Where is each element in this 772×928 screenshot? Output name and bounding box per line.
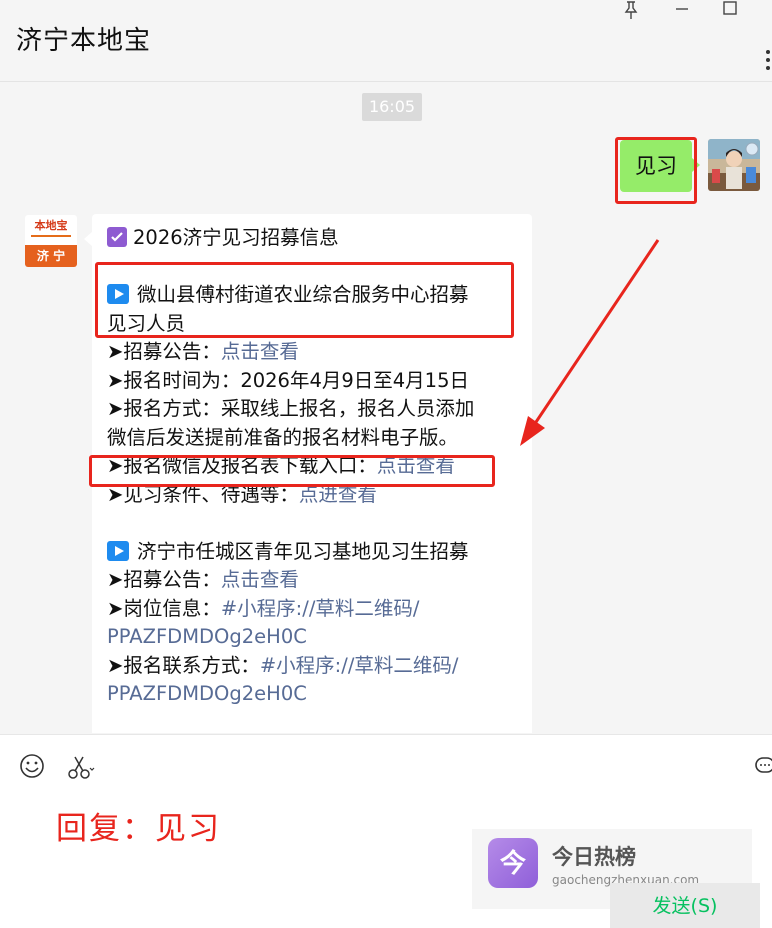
section1-method-cont: 微信后发送提前准备的报名材料电子版。 [107,425,459,449]
section1-conditions: ➤见习条件、待遇等：点进查看 [107,482,377,506]
self-message-bubble[interactable]: 见习 [620,140,700,192]
checkbox-icon [107,227,127,247]
contact-link-cont[interactable]: PPAZFDMDOg2eH0C [107,680,517,709]
section2-notice: ➤招募公告：点击查看 [107,568,299,591]
chat-header: 济宁本地宝 [0,0,772,82]
notice-link[interactable]: 点击查看 [221,568,299,591]
message-timestamp: 16:05 [362,93,422,121]
bot-message-bubble[interactable]: 2026济宁见习招募信息 微山县傅村街道农业综合服务中心招募 见习人员 ➤招募公… [84,214,532,733]
send-button[interactable]: 发送(S) [610,883,760,928]
notice-link[interactable]: 点击查看 [221,340,299,363]
emoji-icon[interactable] [17,751,47,781]
section1-download: ➤报名微信及报名表下载入口：点击查看 [107,454,455,477]
bot-message-content: 2026济宁见习招募信息 微山县傅村街道农业综合服务中心招募 见习人员 ➤招募公… [107,224,517,709]
section1-time: ➤报名时间为：2026年4月9日至4月15日 [107,368,469,392]
screenshot-scissors-icon[interactable] [66,751,96,781]
play-icon [107,540,129,561]
watermark-title: 今日热榜 [552,845,636,869]
svg-text:今: 今 [500,848,526,879]
position-link[interactable]: #小程序://草料二维码/ [221,597,420,620]
section1-title-cont: 见习人员 [107,311,186,335]
play-icon [107,284,129,304]
chat-history-icon[interactable] [752,751,772,781]
chat-messages[interactable]: 16:05 见习 本地宝 济 宁 2026济宁见习招募信息 微山县傅村街道农业综… [0,83,772,733]
self-avatar[interactable] [708,139,760,191]
message-heading: 2026济宁见习招募信息 [107,224,517,253]
conditions-link[interactable]: 点进查看 [299,483,377,506]
position-link-cont[interactable]: PPAZFDMDOg2eH0C [107,623,517,652]
section1-method: ➤报名方式：采取线上报名，报名人员添加 [107,397,475,420]
reply-instruction-text: 回复：见习 [56,811,221,847]
message-input-area[interactable]: 回复：见习 今 今日热榜 gaochengzhenxuan.com 发送(S) [0,734,772,928]
section1-title: 微山县傅村街道农业综合服务中心招募 [107,281,517,310]
avatar-city-text: 济 宁 [25,245,77,267]
avatar-brand-underline [31,235,71,237]
avatar-brand-text: 本地宝 [34,219,68,232]
section1-notice: ➤招募公告：点击查看 [107,340,299,363]
contact-link[interactable]: #小程序://草料二维码/ [260,654,459,677]
chat-title: 济宁本地宝 [16,26,152,56]
watermark-logo-icon: 今 [488,838,538,888]
maximize-icon[interactable] [716,0,744,20]
more-options-icon[interactable] [764,48,772,72]
bot-avatar[interactable]: 本地宝 济 宁 [25,215,77,267]
pin-icon[interactable] [618,0,646,20]
section2-position: ➤岗位信息：#小程序://草料二维码/ [107,596,420,620]
heading-text: 2026济宁见习招募信息 [133,226,339,249]
minimize-icon[interactable] [668,0,696,20]
download-link[interactable]: 点击查看 [377,454,455,477]
section2-contact: ➤报名联系方式：#小程序://草料二维码/ [107,653,459,677]
section2-title: 济宁市任城区青年见习基地见习生招募 [107,538,517,567]
